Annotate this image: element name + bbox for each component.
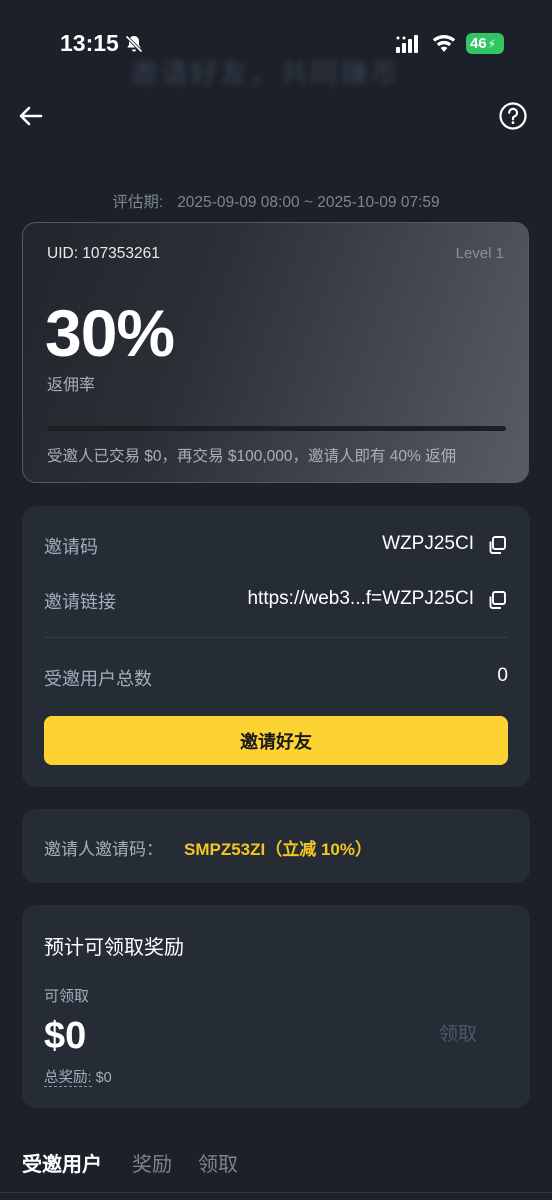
estimated-reward-card: 预计可领取奖励 可领取 $0 总奖励: $0 领取	[22, 905, 530, 1108]
invite-code-label: 邀请码	[44, 537, 98, 557]
rebate-rate-value: 30%	[45, 296, 175, 370]
tab-rewards[interactable]: 奖励	[132, 1148, 172, 1177]
tab-claims[interactable]: 领取	[198, 1148, 238, 1177]
total-invitees-value: 0	[497, 665, 508, 686]
rebate-rate-label: 返佣率	[47, 377, 96, 394]
total-reward-label[interactable]: 总奖励:	[44, 1070, 92, 1087]
copy-icon[interactable]	[486, 534, 508, 556]
claimable-value: $0	[44, 1015, 87, 1057]
claimable-label: 可领取	[44, 988, 90, 1005]
period-label: 评估期:	[112, 194, 164, 211]
status-bar: 13:15 46 ⚡ 邀请好友，共同赚币	[0, 0, 552, 90]
progress-note: 受邀人已交易 $0，再交易 $100,000，邀请人即有 40% 返佣	[47, 448, 457, 465]
arrow-left-icon[interactable]	[16, 102, 46, 130]
battery-level: 46	[469, 35, 487, 52]
claim-button[interactable]: 领取	[414, 1019, 502, 1049]
divider	[44, 637, 508, 638]
invite-code-value: WZPJ25CI	[382, 533, 474, 554]
evaluation-period: 评估期: 2025-09-09 08:00 ~ 2025-10-09 07:59	[0, 190, 552, 212]
level-progress-bar	[47, 426, 506, 431]
invite-card: 邀请码 WZPJ25CI 邀请链接 https://web3...f=WZPJ2…	[22, 506, 530, 787]
total-reward[interactable]: 总奖励: $0	[44, 1066, 112, 1087]
reward-title: 预计可领取奖励	[44, 937, 184, 959]
invite-link-label: 邀请链接	[44, 592, 116, 612]
rebate-level-card: UID: 107353261 Level 1 30% 返佣率 受邀人已交易 $0…	[22, 222, 529, 483]
invite-friends-button[interactable]: 邀请好友	[44, 716, 508, 765]
signal-icon	[396, 35, 418, 53]
period-range: 2025-09-09 08:00 ~ 2025-10-09 07:59	[177, 194, 440, 211]
inviter-code-label: 邀请人邀请码：	[44, 840, 163, 859]
total-invitees-label: 受邀用户总数	[44, 669, 152, 689]
total-reward-value: $0	[95, 1070, 112, 1086]
invite-link-value: https://web3...f=WZPJ25CI	[247, 588, 474, 609]
level-badge: Level 1	[455, 245, 504, 262]
tab-invited-users[interactable]: 受邀用户	[22, 1148, 102, 1177]
question-circle-icon[interactable]	[498, 101, 528, 131]
bottom-tabs: 受邀用户 奖励 领取	[0, 1140, 552, 1200]
blurred-page-title: 邀请好友，共同赚币	[130, 58, 401, 89]
battery-charging-icon: 46 ⚡	[466, 33, 504, 54]
bell-off-icon	[125, 35, 143, 53]
inviter-code-value: SMPZ53ZI（立减 10%）	[184, 840, 372, 859]
inviter-code-card: 邀请人邀请码： SMPZ53ZI（立减 10%）	[22, 809, 530, 883]
status-time: 13:15	[60, 30, 119, 56]
wifi-icon	[432, 35, 456, 52]
tabs-divider	[0, 1192, 552, 1193]
uid-text: UID: 107353261	[47, 245, 160, 262]
copy-icon[interactable]	[486, 589, 508, 611]
